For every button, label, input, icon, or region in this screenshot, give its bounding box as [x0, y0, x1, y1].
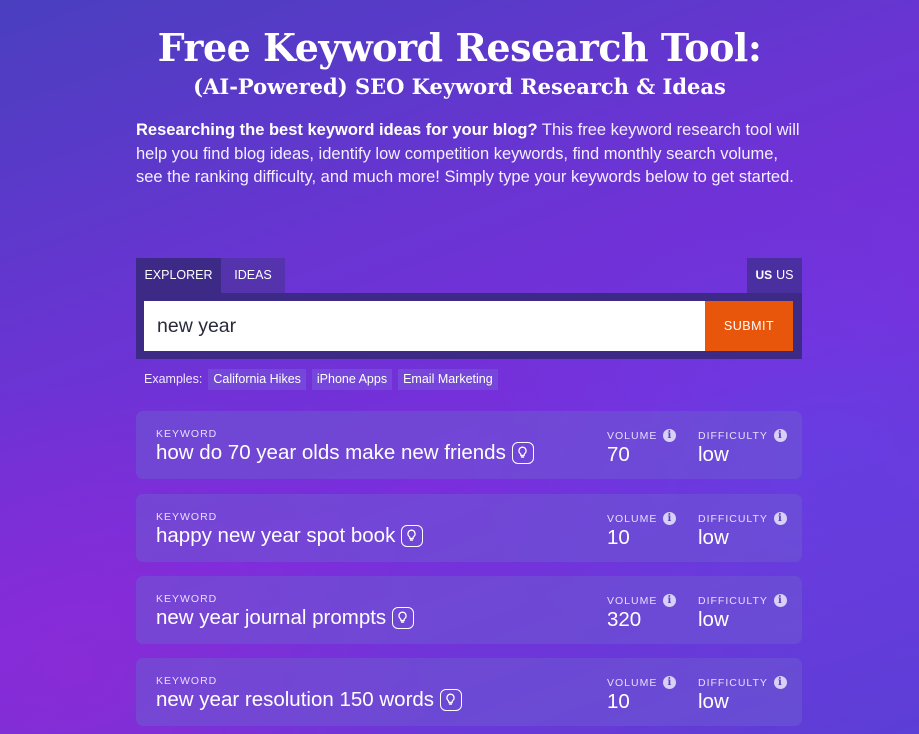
volume-value: 10	[607, 526, 630, 549]
country-code: US	[776, 268, 794, 282]
keyword-label: KEYWORD	[156, 511, 218, 523]
volume-value: 320	[607, 608, 642, 631]
lightbulb-icon[interactable]	[440, 689, 463, 711]
volume-label: VOLUME i	[607, 676, 677, 689]
keyword-value: happy new year spot book	[156, 524, 396, 547]
keyword-text: happy new year spot book	[156, 523, 424, 549]
volume-label-text: VOLUME	[607, 512, 658, 525]
lightbulb-icon[interactable]	[511, 442, 534, 464]
example-chip[interactable]: iPhone Apps	[311, 368, 393, 390]
volume-label: VOLUME i	[607, 594, 677, 607]
tool-tabs: Explorer Ideas US US	[136, 258, 802, 293]
difficulty-label-text: DIFFICULTY	[698, 512, 768, 525]
keyword-value: how do 70 year olds make new friends	[156, 441, 506, 464]
page-title: Free Keyword Research Tool:	[157, 25, 762, 70]
volume-label: VOLUME i	[607, 512, 677, 525]
info-icon[interactable]: i	[773, 512, 787, 525]
example-chip[interactable]: Email Marketing	[398, 368, 498, 390]
keyword-result-card: KEYWORD how do 70 year olds make new fri…	[136, 411, 802, 479]
examples-label: Examples:	[144, 372, 203, 386]
info-icon[interactable]: i	[663, 676, 677, 689]
volume-label-text: VOLUME	[607, 429, 658, 442]
difficulty-value: low	[698, 608, 729, 631]
info-icon[interactable]: i	[773, 676, 787, 689]
lightbulb-icon[interactable]	[392, 607, 415, 629]
keyword-result-card: KEYWORD happy new year spot book VOLUME i…	[136, 494, 802, 562]
difficulty-label: DIFFICULTY i	[698, 429, 787, 442]
lightbulb-icon[interactable]	[401, 525, 424, 547]
difficulty-value: low	[698, 690, 729, 713]
volume-value: 10	[607, 690, 630, 713]
keyword-text: how do 70 year olds make new friends	[156, 440, 534, 466]
intro-bold-text: Researching the best keyword ideas for y…	[136, 121, 538, 139]
difficulty-value: low	[698, 526, 729, 549]
page-subtitle: (AI-Powered) SEO Keyword Research & Idea…	[193, 74, 726, 99]
info-icon[interactable]: i	[773, 594, 787, 607]
intro-paragraph: Researching the best keyword ideas for y…	[136, 119, 808, 190]
us-flag-icon: US	[755, 268, 773, 282]
keyword-result-card: KEYWORD new year resolution 150 words VO…	[136, 658, 802, 726]
info-icon[interactable]: i	[663, 512, 677, 525]
difficulty-value: low	[698, 443, 729, 466]
keyword-label: KEYWORD	[156, 593, 218, 605]
volume-label: VOLUME i	[607, 429, 677, 442]
volume-value: 70	[607, 443, 630, 466]
tab-ideas[interactable]: Ideas	[221, 258, 285, 293]
search-panel: Submit	[136, 293, 802, 359]
info-icon[interactable]: i	[773, 429, 787, 442]
submit-button[interactable]: Submit	[705, 301, 793, 351]
keyword-value: new year resolution 150 words	[156, 688, 435, 711]
difficulty-label: DIFFICULTY i	[698, 594, 787, 607]
volume-label-text: VOLUME	[607, 676, 658, 689]
country-selector[interactable]: US US	[747, 258, 802, 293]
examples-row: Examples: California Hikes iPhone Apps E…	[144, 368, 498, 390]
keyword-value: new year journal prompts	[156, 606, 387, 629]
keyword-text: new year journal prompts	[156, 605, 415, 631]
difficulty-label-text: DIFFICULTY	[698, 594, 768, 607]
difficulty-label: DIFFICULTY i	[698, 512, 787, 525]
difficulty-label: DIFFICULTY i	[698, 676, 787, 689]
difficulty-label-text: DIFFICULTY	[698, 676, 768, 689]
info-icon[interactable]: i	[663, 594, 677, 607]
keyword-result-card: KEYWORD new year journal prompts VOLUME i…	[136, 576, 802, 644]
difficulty-label-text: DIFFICULTY	[698, 429, 768, 442]
info-icon[interactable]: i	[663, 429, 677, 442]
example-chip[interactable]: California Hikes	[208, 368, 306, 390]
keyword-text: new year resolution 150 words	[156, 687, 463, 713]
volume-label-text: VOLUME	[607, 594, 658, 607]
keyword-label: KEYWORD	[156, 428, 218, 440]
keyword-label: KEYWORD	[156, 675, 218, 687]
keyword-search-input[interactable]	[144, 301, 705, 351]
tab-explorer[interactable]: Explorer	[136, 258, 221, 293]
